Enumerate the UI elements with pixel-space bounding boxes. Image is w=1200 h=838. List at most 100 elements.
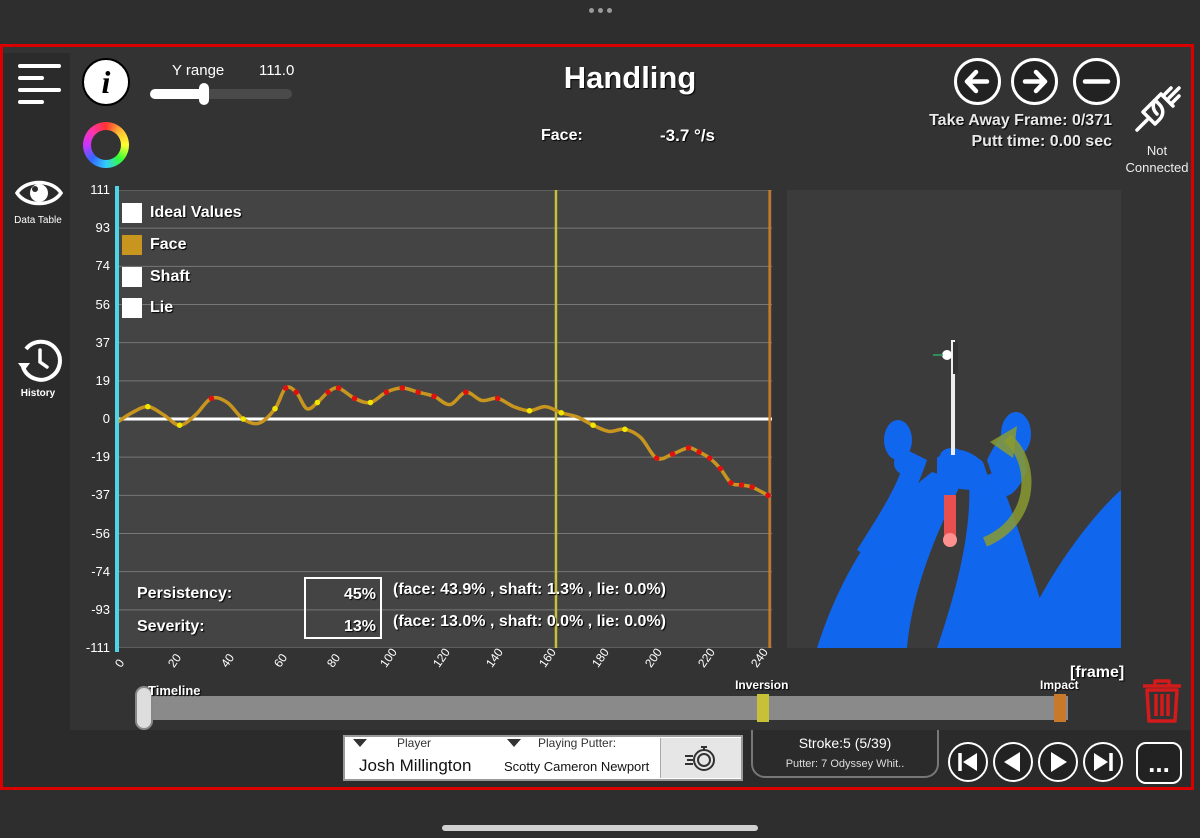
face-data-point [367,399,374,406]
play-reverse-icon [1004,752,1020,772]
connection-status-line1: Not [1146,143,1168,158]
take-away-frame: Take Away Frame: 0/371 [929,112,1112,129]
next-frame-button[interactable] [1038,742,1078,782]
chevron-down-icon [507,739,521,747]
legend-lie[interactable]: Lie [122,298,173,318]
severity-value: 13% [343,618,376,635]
y-range-slider-thumb[interactable] [198,83,209,105]
face-data-point [558,410,565,416]
skip-end-icon [1094,753,1113,771]
inversion-marker[interactable] [757,694,770,722]
window-handle-dots[interactable] [588,8,612,16]
face-series-line [116,385,769,497]
arms-model [817,412,1121,648]
more-options-button[interactable]: ... [1136,742,1182,784]
legend-ideal-values[interactable]: Ideal Values [122,203,242,223]
play-icon [1051,752,1067,772]
putter-label: Playing Putter: [538,736,617,750]
y-tick-label: -37 [91,487,110,503]
face-data-point [293,389,300,395]
putter-detail: Putter: 7 Odyssey Whit.. [785,758,905,770]
legend-swatch [122,235,142,255]
y-range-slider[interactable] [150,83,292,105]
y-tick-label: 111 [90,182,110,197]
trash-icon[interactable] [1141,678,1183,724]
y-tick-label: -56 [91,525,110,541]
face-data-point [749,484,755,490]
y-tick-label: -93 [91,601,110,617]
putter-name: Scotty Cameron Newport [504,759,650,774]
face-data-point [526,407,533,414]
home-indicator[interactable] [442,825,758,831]
menu-icon[interactable] [18,62,62,106]
persistency-detail: (face: 43.9% , shaft: 1.3% , lie: 0.0%) [393,581,666,598]
stroke-count: Stroke:5 (5/39) [798,735,892,751]
connection-status: Not Connected [1120,142,1194,176]
more-label: ... [1148,748,1170,778]
inversion-label: Inversion [735,678,789,692]
face-data-point [738,482,745,488]
putter-selector[interactable]: Playing Putter: Scotty Cameron Newport [500,736,660,779]
stopwatch-button[interactable] [660,738,741,778]
y-tick-label: 56 [95,296,110,312]
severity-label: Severity: [137,618,205,635]
3d-grip-view[interactable] [787,190,1121,648]
back-button[interactable] [954,58,1001,105]
stopwatch-icon [685,746,715,771]
face-data-point [685,445,692,451]
face-data-point [696,449,702,455]
face-data-point [765,492,771,499]
impact-marker[interactable] [1054,694,1066,722]
face-data-point [653,455,660,461]
history-icon[interactable] [16,337,64,385]
face-data-point [431,393,437,400]
y-tick-label: 37 [95,334,110,350]
face-data-point [463,389,469,395]
player-name: Josh Millington [359,756,472,775]
putt-time: Putt time: 0.00 sec [971,133,1113,150]
minus-icon [1082,79,1111,84]
info-icon[interactable]: i [82,58,130,106]
face-data-point [590,422,596,428]
handling-chart[interactable] [116,190,772,648]
persistency-label: Persistency: [137,585,233,602]
face-data-point [272,405,278,412]
impact-label: Impact [1040,678,1079,692]
face-data-point [669,451,676,457]
face-data-point [383,389,390,395]
chevron-down-icon [353,739,367,747]
data-table-label[interactable]: Data Table [3,215,73,226]
timeline-label: Timeline [148,683,201,698]
page-title: Handling [563,60,697,95]
player-selector[interactable]: Player Josh Millington [345,736,499,779]
eye-icon[interactable] [14,176,64,210]
y-tick-label: 93 [95,220,110,236]
timeline-track[interactable] [144,696,1068,720]
color-wheel-icon[interactable] [83,122,129,168]
minus-button[interactable] [1073,58,1120,105]
face-data-point [314,399,321,406]
history-label[interactable]: History [3,388,73,399]
face-data-point [282,385,289,391]
previous-frame-button[interactable] [993,742,1033,782]
legend-swatch [122,203,142,223]
y-range-slider-fill [150,89,204,99]
stroke-info-panel[interactable]: Stroke:5 (5/39) Putter: 7 Odyssey Whit.. [751,730,939,778]
y-tick-label: 74 [95,258,110,274]
skip-to-end-button[interactable] [1083,742,1123,782]
face-data-point [706,455,713,461]
y-tick-label: -111 [85,640,110,655]
face-data-point [176,422,183,428]
sidebar [3,53,70,787]
face-data-point [494,395,501,402]
face-data-point [717,465,724,472]
face-data-point [728,480,734,486]
player-label: Player [397,736,432,750]
legend-shaft[interactable]: Shaft [122,267,190,287]
timeline-start-marker [115,186,119,652]
plug-icon[interactable] [1131,82,1185,136]
forward-button[interactable] [1011,58,1058,105]
legend-face[interactable]: Face [122,235,186,255]
face-data-point [622,426,628,433]
skip-to-start-button[interactable] [948,742,988,782]
